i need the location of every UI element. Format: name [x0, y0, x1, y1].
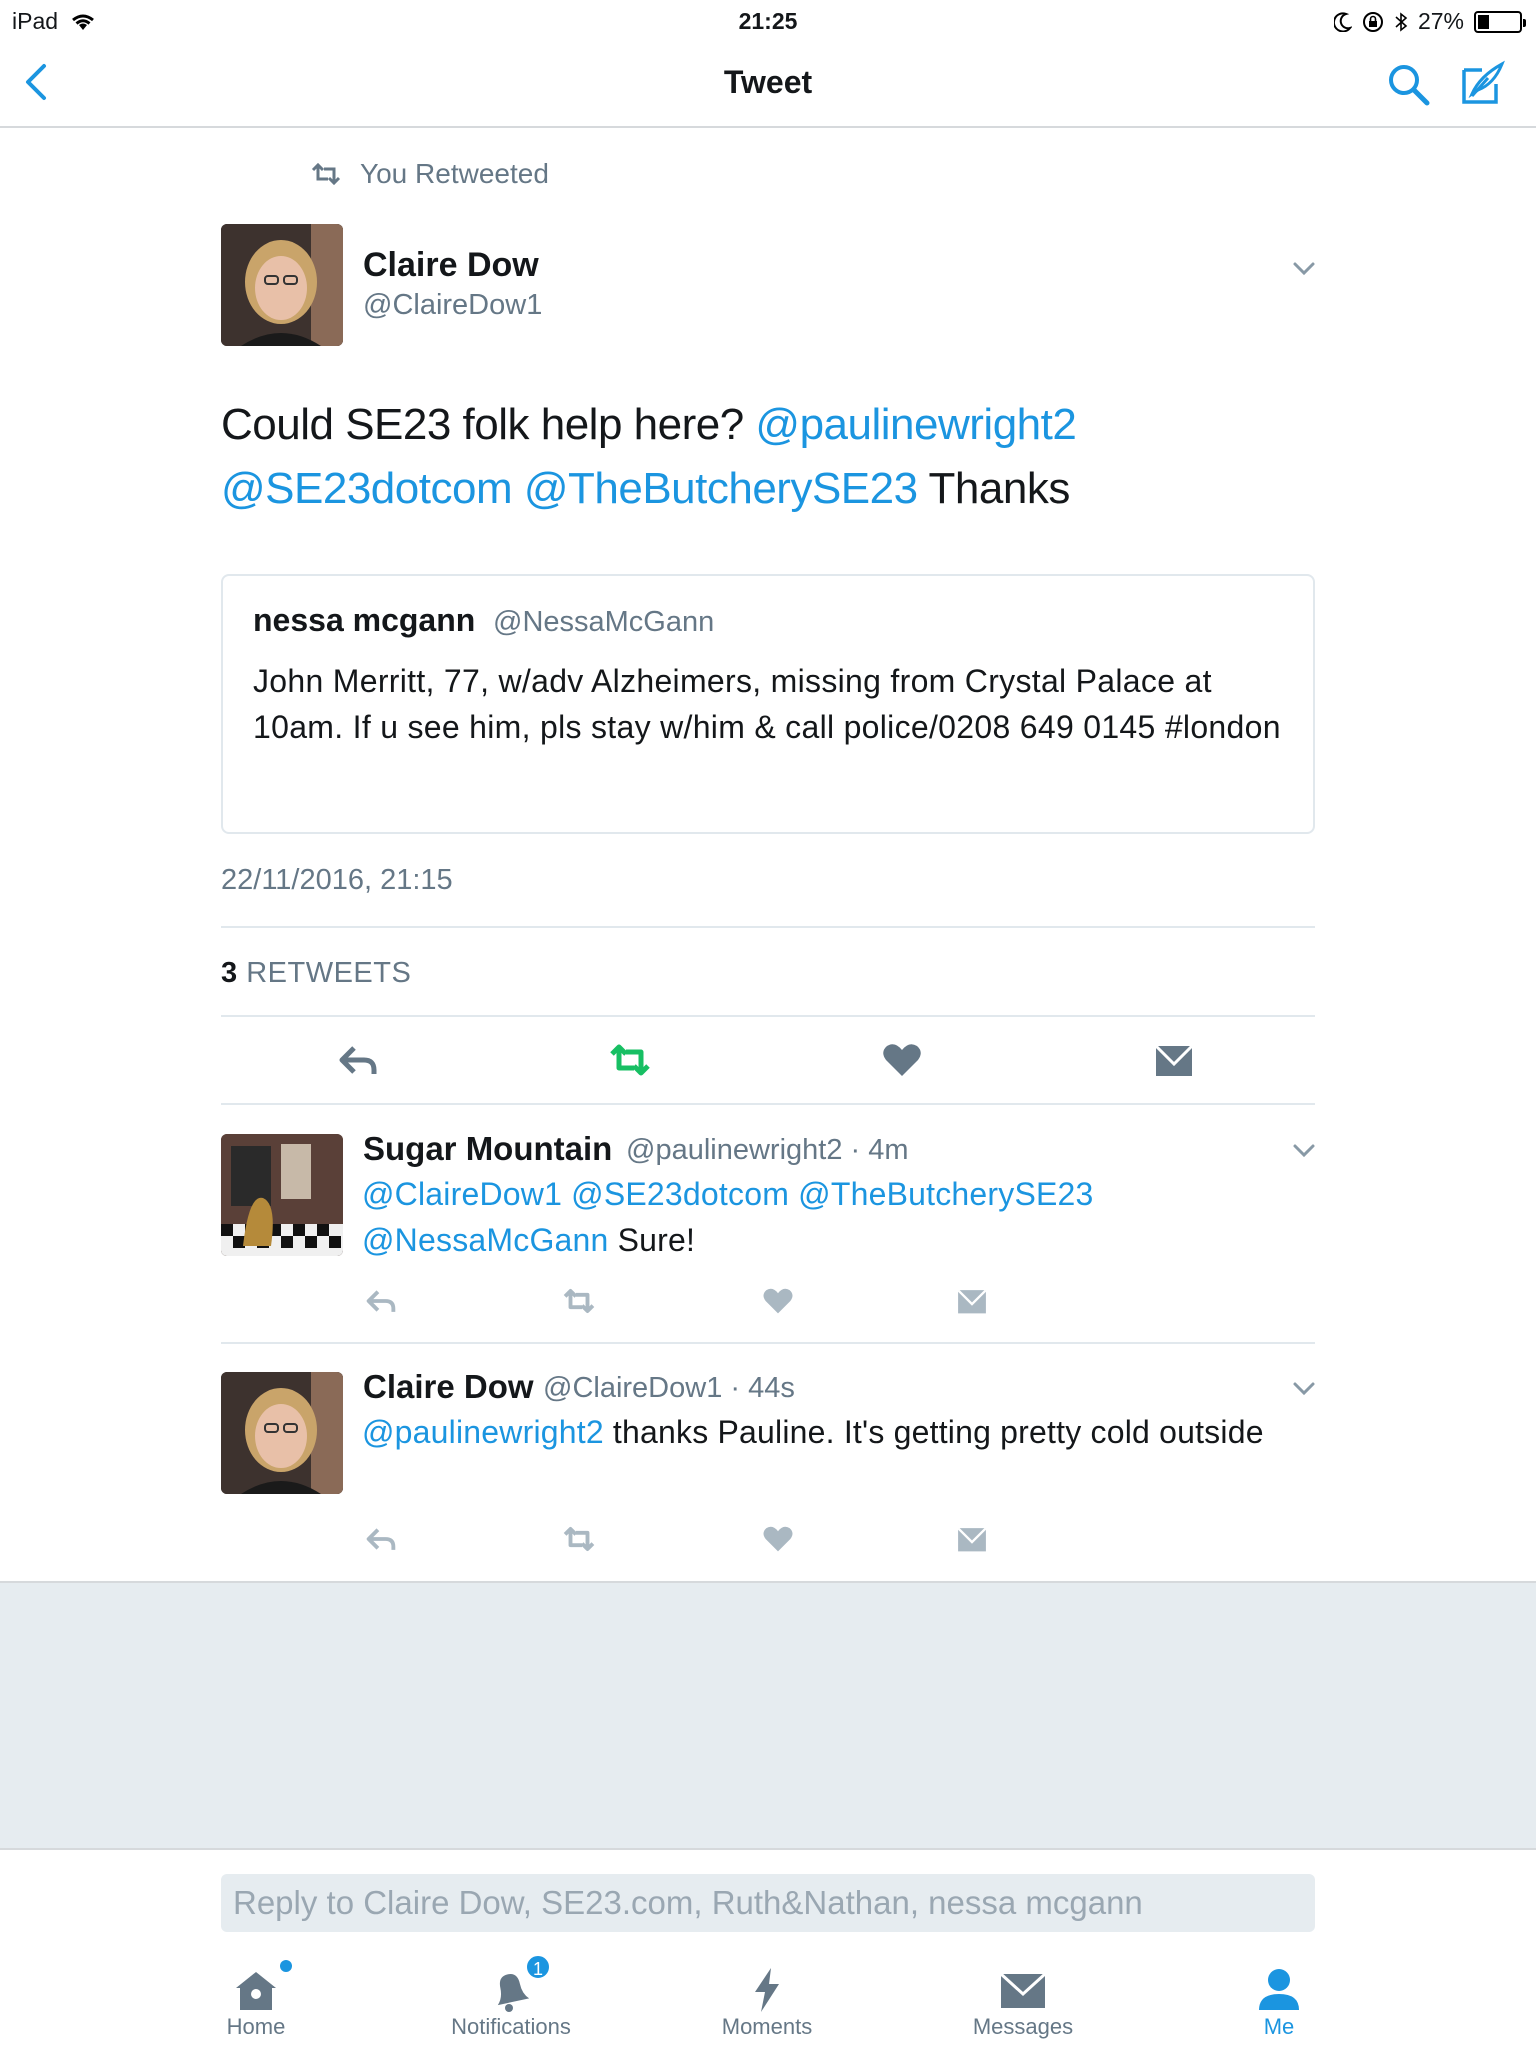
divider	[221, 1103, 1315, 1105]
direct-message-icon[interactable]	[1152, 1038, 1196, 1082]
quoted-tweet[interactable]: nessa mcgann @NessaMcGann John Merritt, …	[221, 574, 1315, 834]
chevron-down-icon[interactable]	[1290, 1136, 1318, 1164]
empty-background	[0, 1581, 1536, 1848]
tweet-text-part: Thanks	[917, 464, 1071, 513]
reply-meta: @paulinewright2 · 4m	[626, 1134, 909, 1166]
chevron-down-icon[interactable]	[1290, 254, 1318, 282]
retweet-count-number: 3	[221, 957, 238, 989]
like-heart-icon[interactable]	[761, 1522, 795, 1556]
mention-link[interactable]: @SE23dotcom	[221, 464, 513, 513]
reply-icon[interactable]	[336, 1038, 380, 1082]
reply-text: @paulinewright2 thanks Pauline. It's get…	[362, 1409, 1322, 1455]
author-name[interactable]: Claire Dow	[363, 246, 539, 285]
quoted-author-name: nessa mcgann	[253, 602, 476, 638]
reply-text: @ClaireDow1 @SE23dotcom @TheButcherySE23…	[362, 1171, 1322, 1263]
battery-percent: 27%	[1417, 8, 1464, 34]
mention-link[interactable]: @paulinewright2	[362, 1414, 604, 1450]
like-heart-icon[interactable]	[761, 1284, 795, 1318]
divider	[221, 1342, 1315, 1344]
tab-messages[interactable]: Messages	[933, 1940, 1113, 2048]
tab-label: Moments	[721, 2014, 813, 2039]
like-heart-icon[interactable]	[880, 1038, 924, 1082]
moon-icon	[1333, 11, 1352, 32]
tab-moments[interactable]: Moments	[677, 1940, 857, 2048]
tab-label: Notifications	[451, 2014, 571, 2039]
retweet-context: You Retweeted	[310, 158, 549, 190]
bluetooth-icon	[1395, 11, 1408, 32]
tweet-text: Could SE23 folk help here? @paulinewrigh…	[221, 393, 1321, 521]
reply-author-name[interactable]: Sugar Mountain	[363, 1130, 612, 1168]
status-bar: iPad 21:25 27%	[0, 0, 1536, 40]
reply-icon[interactable]	[364, 1284, 398, 1318]
battery-icon	[1474, 10, 1526, 33]
rotation-lock-icon	[1362, 11, 1383, 32]
status-time: 21:25	[738, 8, 798, 34]
reply-text-part: Sure!	[608, 1222, 696, 1258]
tweet-timestamp: 22/11/2016, 21:15	[221, 864, 453, 896]
reply-bar	[0, 1848, 1536, 1940]
reply-input[interactable]	[221, 1874, 1315, 1932]
avatar-photo	[221, 1372, 343, 1494]
mention-link[interactable]: @ClaireDow1 @SE23dotcom @TheButcherySE23	[362, 1176, 1094, 1212]
notification-badge: 1	[525, 1954, 551, 1980]
reply-author-name[interactable]: Claire Dow	[363, 1368, 534, 1406]
retweet-count-label: RETWEETS	[246, 957, 412, 989]
reply-meta: @ClaireDow1 · 44s	[543, 1372, 795, 1404]
tab-bar: Home 1 Notifications Moments Messages Me	[0, 1940, 1536, 2048]
quoted-tweet-text: John Merritt, 77, w/adv Alzheimers, miss…	[253, 663, 1281, 745]
avatar-photo	[221, 224, 343, 346]
lightning-icon	[755, 1968, 779, 2012]
quoted-author-handle: @NessaMcGann	[493, 606, 715, 638]
tweet-text-part: Could SE23 folk help here?	[221, 400, 756, 449]
unread-dot	[280, 1960, 292, 1972]
person-icon	[1259, 1969, 1299, 2010]
reply-icon[interactable]	[364, 1522, 398, 1556]
avatar[interactable]	[221, 1372, 343, 1494]
retweet-context-label: You Retweeted	[360, 158, 549, 189]
chevron-down-icon[interactable]	[1290, 1374, 1318, 1402]
divider	[221, 1015, 1315, 1017]
avatar[interactable]	[221, 224, 343, 346]
battery-fill	[1478, 14, 1489, 29]
mention-link[interactable]: @paulinewright2	[755, 400, 1076, 449]
tab-me[interactable]: Me	[1189, 1940, 1369, 2048]
retweet-small-icon	[311, 163, 341, 185]
tab-label: Home	[226, 2014, 286, 2039]
search-icon[interactable]	[1384, 60, 1432, 108]
compose-tweet-icon[interactable]	[1458, 58, 1508, 108]
direct-message-icon[interactable]	[955, 1522, 989, 1556]
retweet-icon[interactable]	[608, 1038, 652, 1082]
retweet-count[interactable]: 3 RETWEETS	[221, 957, 411, 990]
retweet-icon[interactable]	[562, 1284, 596, 1318]
nav-bar: Tweet	[0, 40, 1536, 128]
tab-label: Me	[1263, 2014, 1295, 2039]
tab-notifications[interactable]: 1 Notifications	[421, 1940, 601, 2048]
page-title: Tweet	[723, 64, 813, 100]
author-handle[interactable]: @ClaireDow1	[363, 289, 542, 322]
envelope-icon	[999, 1972, 1047, 2008]
divider	[221, 926, 1315, 928]
tab-home[interactable]: Home	[166, 1940, 346, 2048]
retweet-icon[interactable]	[562, 1522, 596, 1556]
mention-link[interactable]: @TheButcherySE23	[524, 464, 918, 513]
mention-link[interactable]: @NessaMcGann	[362, 1222, 609, 1258]
direct-message-icon[interactable]	[955, 1284, 989, 1318]
home-icon	[236, 1972, 276, 2010]
reply-text-part: thanks Pauline. It's getting pretty cold…	[603, 1414, 1264, 1450]
avatar-photo	[221, 1134, 343, 1256]
tab-label: Messages	[972, 2014, 1074, 2039]
avatar[interactable]	[221, 1134, 343, 1256]
